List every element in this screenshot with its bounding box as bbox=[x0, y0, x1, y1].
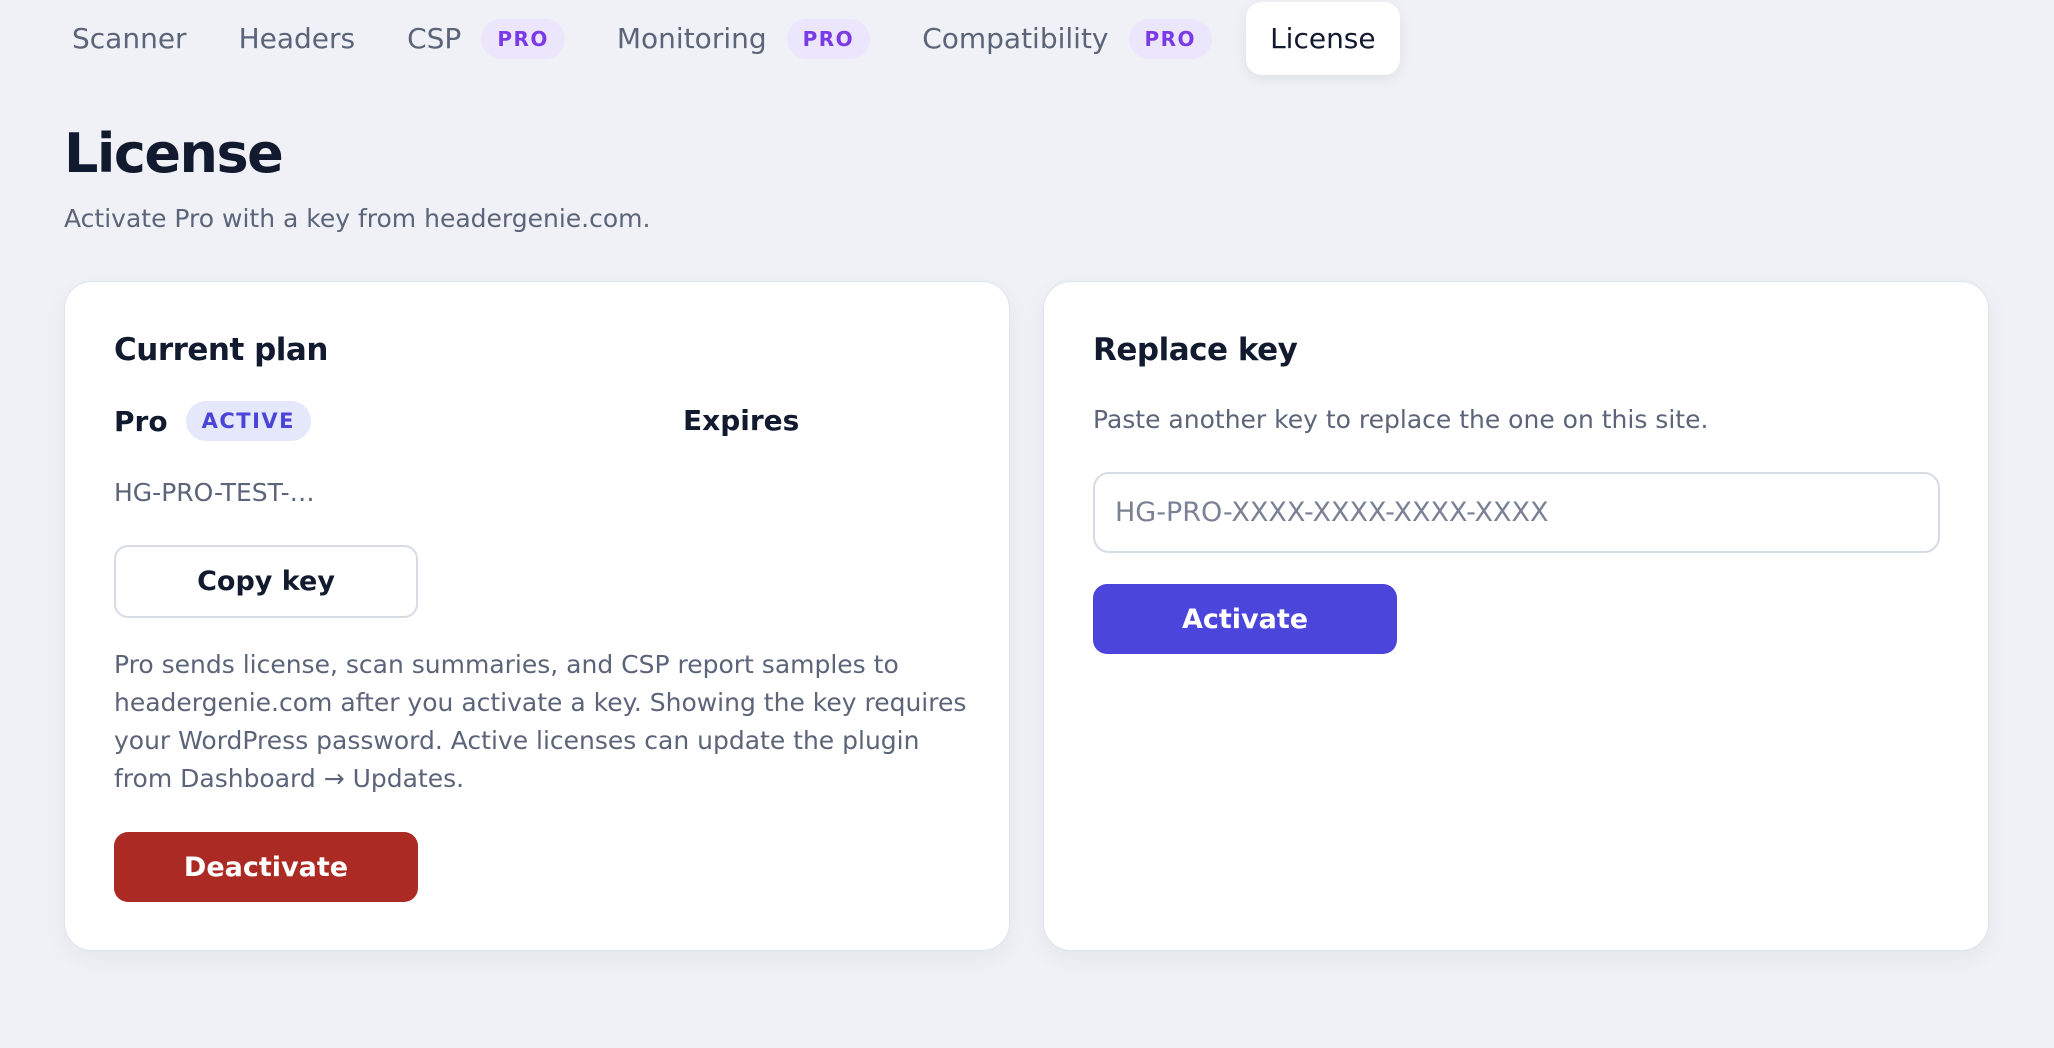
tab-monitoring[interactable]: Monitoring PRO bbox=[591, 2, 896, 75]
page-subtitle: Activate Pro with a key from headergenie… bbox=[64, 204, 651, 233]
deactivate-button[interactable]: Deactivate bbox=[114, 832, 418, 902]
pro-badge: PRO bbox=[1128, 18, 1213, 59]
tab-label: CSP bbox=[407, 22, 462, 55]
tab-scanner[interactable]: Scanner bbox=[46, 2, 213, 75]
plan-row: Pro ACTIVE bbox=[114, 401, 311, 441]
license-key-input[interactable] bbox=[1093, 472, 1940, 553]
tab-csp[interactable]: CSP PRO bbox=[381, 2, 591, 75]
tab-headers[interactable]: Headers bbox=[213, 2, 382, 75]
tab-compatibility[interactable]: Compatibility PRO bbox=[896, 2, 1238, 75]
pro-badge: PRO bbox=[786, 18, 871, 59]
copy-key-button[interactable]: Copy key bbox=[114, 545, 418, 618]
tab-label: Monitoring bbox=[616, 22, 767, 55]
status-badge: ACTIVE bbox=[185, 401, 311, 441]
tab-label: Headers bbox=[238, 22, 356, 55]
license-key-masked: HG-PRO-TEST-… bbox=[114, 478, 315, 507]
page-title: License bbox=[64, 122, 284, 185]
replace-key-description: Paste another key to replace the one on … bbox=[1093, 405, 1709, 434]
license-page: Scanner Headers CSP PRO Monitoring PRO C… bbox=[0, 0, 2054, 1048]
tab-bar: Scanner Headers CSP PRO Monitoring PRO C… bbox=[46, 2, 1400, 75]
pro-badge: PRO bbox=[481, 18, 565, 59]
tab-license[interactable]: License bbox=[1246, 2, 1400, 75]
activate-button[interactable]: Activate bbox=[1093, 584, 1397, 654]
current-plan-card: Current plan Pro ACTIVE Expires HG-PRO-T… bbox=[64, 281, 1010, 951]
tab-label: Scanner bbox=[72, 22, 187, 55]
pro-info-text: Pro sends license, scan summaries, and C… bbox=[114, 650, 967, 793]
current-plan-title: Current plan bbox=[114, 332, 328, 368]
replace-key-title: Replace key bbox=[1093, 332, 1298, 368]
plan-name: Pro bbox=[114, 404, 168, 438]
replace-key-card: Replace key Paste another key to replace… bbox=[1043, 281, 1989, 951]
tab-label: License bbox=[1270, 22, 1376, 55]
expires-label: Expires bbox=[683, 404, 800, 437]
tab-label: Compatibility bbox=[922, 22, 1109, 55]
